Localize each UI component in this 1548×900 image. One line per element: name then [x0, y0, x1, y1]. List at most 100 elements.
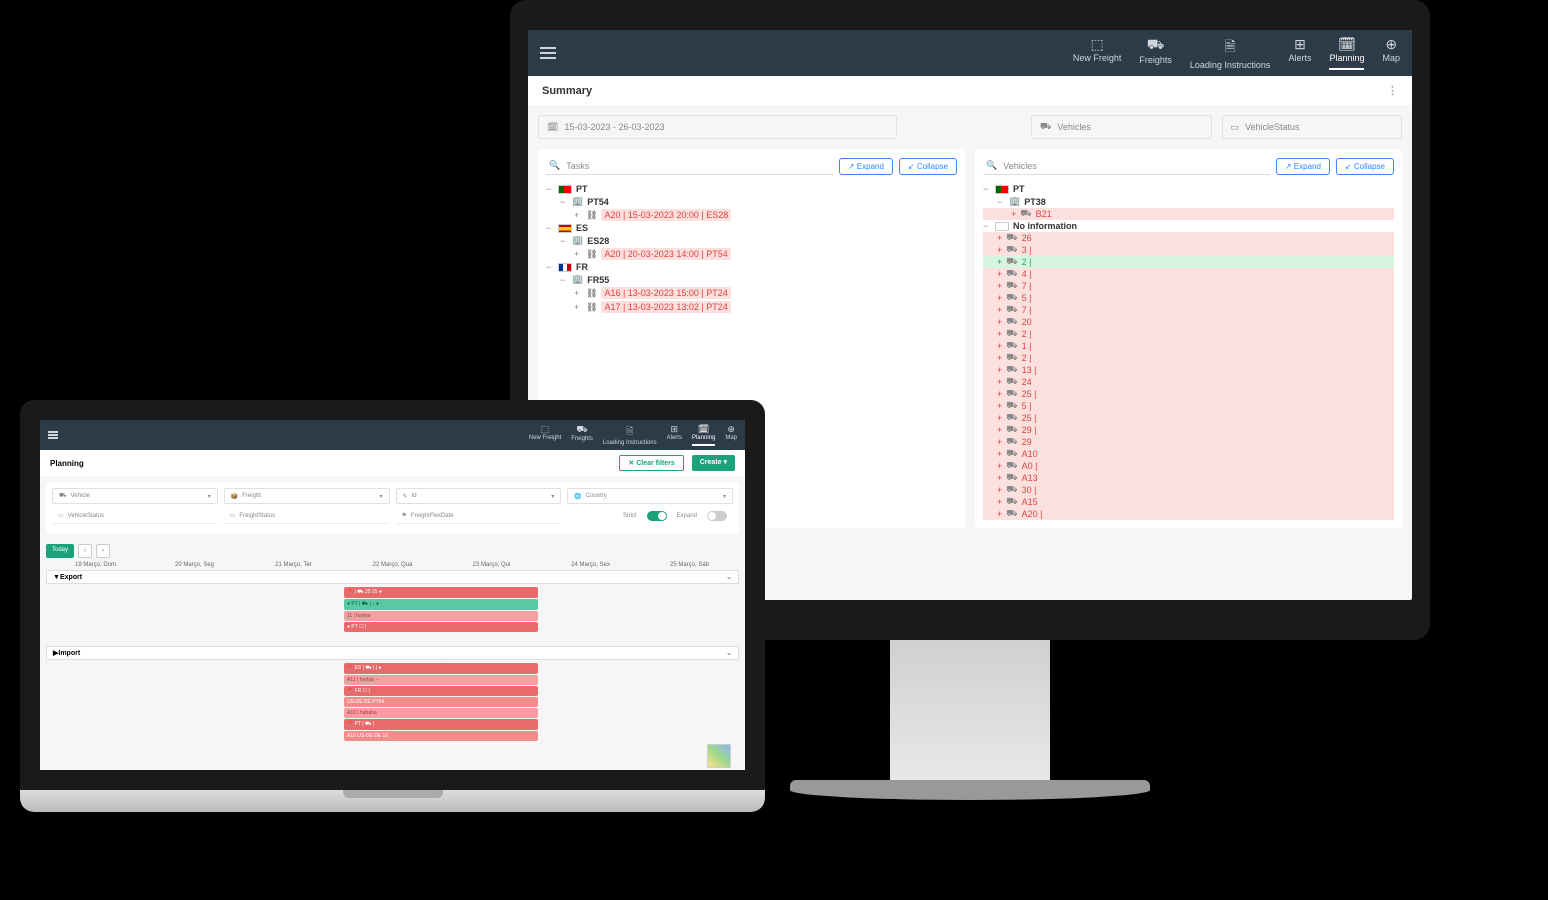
clear-filters-button[interactable]: ✕ Clear filters [619, 455, 683, 471]
expand-button[interactable]: ↗ Expand [1276, 158, 1330, 175]
map-thumbnail[interactable] [707, 744, 731, 768]
calendar-event[interactable]: ● PT | ⛟ | ↓ ● [344, 599, 538, 610]
tree-group[interactable]: − No information [983, 220, 1394, 232]
tree-location[interactable]: −🏢 PT38 [983, 195, 1394, 208]
more-icon[interactable]: ⋮ [1387, 84, 1398, 97]
tree-vehicle[interactable]: + 3 | [983, 244, 1394, 256]
truck-icon [1040, 121, 1051, 133]
tree-location[interactable]: −🏢 FR55 [546, 273, 957, 286]
tree-vehicle[interactable]: + A15 [983, 496, 1394, 508]
tree-task[interactable]: +⛓ A20 | 20-03-2023 14:00 | PT54 [546, 247, 957, 261]
tree-vehicle[interactable]: + 20 [983, 316, 1394, 328]
tree-country[interactable]: − PT [546, 183, 957, 195]
calendar-event[interactable]: 📍 PT | ⛟ | [344, 719, 538, 730]
laptop: ⬚New Freight ⛟Freights 🗎Loading Instruct… [20, 400, 765, 812]
calendar-icon: 🗓 [547, 122, 558, 133]
tree-country[interactable]: − PT [983, 183, 1394, 195]
tree-vehicle[interactable]: + 5 | [983, 292, 1394, 304]
export-section-header[interactable]: ▼ Export⌄ [46, 570, 739, 584]
tree-vehicle[interactable]: + 29 | [983, 424, 1394, 436]
id-filter[interactable]: ✎Id▾ [396, 488, 562, 504]
import-section-header[interactable]: ▶ Import⌄ [46, 646, 739, 660]
date-range-input[interactable]: 🗓 15-03-2023 - 26-03-2023 [538, 115, 897, 139]
page-header: Planning ✕ Clear filters Create ▾ [40, 450, 745, 476]
calendar-event[interactable]: 11 | harhar [344, 611, 538, 621]
tree-vehicle[interactable]: + 7 | [983, 280, 1394, 292]
tree-vehicle[interactable]: + 26 [983, 232, 1394, 244]
expand-button[interactable]: ↗ Expand [839, 158, 893, 175]
tree-country[interactable]: − ES [546, 222, 957, 234]
strict-toggle[interactable] [647, 511, 667, 521]
collapse-button[interactable]: ↙ Collapse [899, 158, 957, 175]
nav-new-freight[interactable]: ⬚New Freight [529, 424, 561, 446]
nav-alerts[interactable]: ⊞Alerts [667, 424, 682, 446]
prev-button[interactable]: ‹ [78, 544, 92, 558]
tree-vehicle[interactable]: + 7 | [983, 304, 1394, 316]
calendar-event[interactable]: 📍 | ⛟ 25 25 ● [344, 587, 538, 598]
vehicle-status-filter[interactable]: ▭ VehicleStatus [1222, 115, 1403, 139]
tree-vehicle[interactable]: + 25 | [983, 412, 1394, 424]
nav-map[interactable]: ⊕Map [725, 424, 737, 446]
tree-location[interactable]: −🏢 ES28 [546, 234, 957, 247]
tree-vehicle[interactable]: + A13 [983, 472, 1394, 484]
calendar-event[interactable]: 📍 FR ☐ | [344, 686, 538, 696]
tree-vehicle[interactable]: + 29 [983, 436, 1394, 448]
tree-vehicle[interactable]: + 2 | [983, 328, 1394, 340]
tree-vehicle[interactable]: + 1 | [983, 340, 1394, 352]
search-icon: 🔍 [549, 160, 560, 171]
menu-icon[interactable] [540, 47, 556, 59]
nav-loading-instructions[interactable]: 🗎Loading Instructions [603, 424, 657, 446]
tree-vehicle[interactable]: + A20 | [983, 508, 1394, 520]
tree-vehicle[interactable]: + 24 [983, 376, 1394, 388]
tree-task[interactable]: +⛓ A16 | 13-03-2023 15:00 | PT24 [546, 286, 957, 300]
tree-vehicle[interactable]: + 5 | [983, 400, 1394, 412]
tree-country[interactable]: − FR [546, 261, 957, 273]
vehicles-filter[interactable]: Vehicles [1031, 115, 1212, 139]
nav-planning[interactable]: 🗓Planning [692, 424, 715, 446]
nav-planning[interactable]: 🗓Planning [1329, 36, 1364, 70]
calendar-toolbar: Today ‹ › [40, 540, 745, 562]
calendar-day-header: 23 Março, Qui [442, 562, 541, 568]
freight-status-filter[interactable]: ▭FreightStatus [224, 508, 390, 524]
next-button[interactable]: › [96, 544, 110, 558]
vehicle-filter[interactable]: ⛟Vehicle▾ [52, 488, 218, 504]
vehicle-status-filter[interactable]: ▭VehicleStatus [52, 508, 218, 524]
calendar-event[interactable]: A10 US-DE DE 10 [344, 731, 538, 741]
calendar-event[interactable]: ● PT ☐ | [344, 622, 538, 632]
tree-vehicle[interactable]: + A10 [983, 448, 1394, 460]
expand-toggle[interactable] [707, 511, 727, 521]
tree-task[interactable]: +⛓ A17 | 13-03-2023 13:02 | PT24 [546, 300, 957, 314]
vehicles-search[interactable]: 🔍Vehicles [983, 157, 1270, 175]
collapse-button[interactable]: ↙ Collapse [1336, 158, 1394, 175]
calendar-event[interactable]: A10 | hahaha [344, 708, 538, 718]
country-filter[interactable]: 🌐Country▾ [567, 488, 733, 504]
nav-loading-instructions[interactable]: 🗎Loading Instructions [1190, 36, 1271, 70]
freight-filter[interactable]: 📦Freight▾ [224, 488, 390, 504]
calendar-day-header: 25 Março, Sáb [640, 562, 739, 568]
tree-task[interactable]: +⛓ A20 | 15-03-2023 20:00 | ES28 [546, 208, 957, 222]
page-header: Summary ⋮ [528, 76, 1412, 105]
calendar-event[interactable]: A11 | harhar -- [344, 675, 538, 685]
calendar-event[interactable]: 📍 ES | ⛟ | | ● [344, 663, 538, 674]
tree-vehicle[interactable]: + 2 | [983, 352, 1394, 364]
tree-vehicle[interactable]: + A0 | [983, 460, 1394, 472]
tree-vehicle[interactable]: + 2 | [983, 256, 1394, 268]
tasks-search[interactable]: 🔍Tasks [546, 157, 833, 175]
nav-freights[interactable]: ⛟Freights [1139, 36, 1172, 70]
freight-flexdate-filter[interactable]: ⚑FreightFlexDate [396, 508, 562, 524]
tree-vehicle[interactable]: + 30 | [983, 484, 1394, 496]
tree-vehicle[interactable]: + B21 [983, 208, 1394, 220]
calendar-event[interactable]: US-DE DE PT54 [344, 697, 538, 707]
tree-vehicle[interactable]: + 13 | [983, 364, 1394, 376]
create-button[interactable]: Create ▾ [692, 455, 735, 471]
tree-vehicle[interactable]: + 4 | [983, 268, 1394, 280]
nav-map[interactable]: ⊕Map [1382, 36, 1400, 70]
nav-new-freight[interactable]: ⬚New Freight [1073, 36, 1122, 70]
nav-freights[interactable]: ⛟Freights [571, 424, 593, 446]
nav-alerts[interactable]: ⊞Alerts [1288, 36, 1311, 70]
tree-vehicle[interactable]: + 25 | [983, 388, 1394, 400]
tree-location[interactable]: −🏢 PT54 [546, 195, 957, 208]
status-icon: ▭ [1231, 122, 1240, 133]
menu-icon[interactable] [48, 431, 58, 439]
today-button[interactable]: Today [46, 544, 74, 558]
